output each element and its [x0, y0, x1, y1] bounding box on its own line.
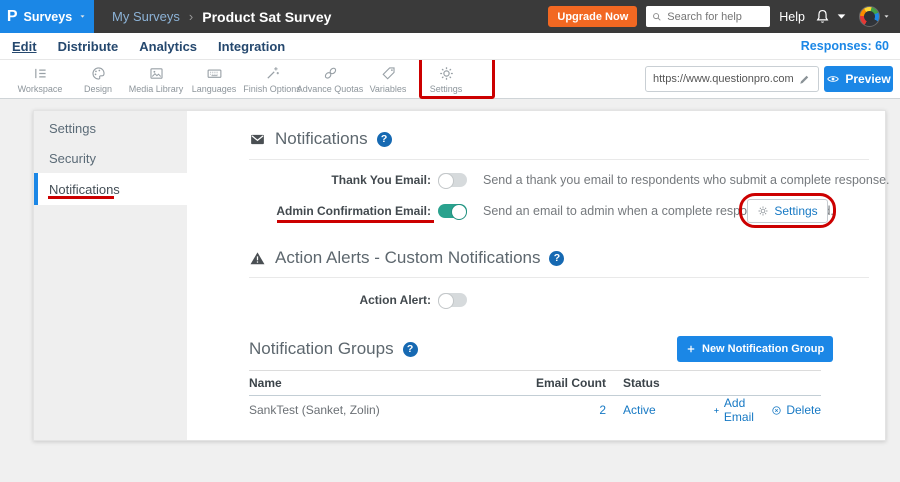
- toolbar-item-languages[interactable]: Languages: [185, 60, 243, 98]
- toolbar-item-variables[interactable]: Variables: [359, 60, 417, 98]
- settings-sidebar: Settings Security Notifications: [34, 111, 187, 440]
- product-menu-label: Surveys: [24, 10, 73, 24]
- admin-confirmation-email-label: Admin Confirmation Email:: [187, 204, 431, 218]
- top-bar: P Surveys My Surveys › Product Sat Surve…: [0, 0, 900, 33]
- thank-you-email-toggle[interactable]: [438, 173, 467, 187]
- breadcrumb-separator: ›: [189, 9, 193, 24]
- warning-triangle-icon: [249, 250, 266, 267]
- help-link[interactable]: Help: [779, 10, 805, 24]
- breadcrumb-current-survey: Product Sat Survey: [202, 9, 331, 25]
- action-alert-label: Action Alert:: [187, 293, 431, 307]
- responses-count-link[interactable]: Responses: 60: [801, 39, 889, 53]
- thank-you-email-description: Send a thank you email to respondents wh…: [483, 173, 890, 187]
- admin-confirmation-email-row: Admin Confirmation Email: Send an email …: [187, 201, 834, 221]
- bell-icon: [814, 8, 831, 25]
- eye-icon: [826, 72, 840, 86]
- plus-icon: [713, 405, 720, 416]
- sidebar-item-settings[interactable]: Settings: [34, 113, 187, 143]
- circle-x-icon: [771, 405, 782, 416]
- tab-integration[interactable]: Integration: [218, 39, 285, 54]
- table-header-row: Name Email Count Status: [249, 370, 821, 396]
- delete-link[interactable]: Delete: [771, 396, 821, 424]
- notification-groups-heading: Notification Groups ?: [249, 339, 418, 359]
- thank-you-email-row: Thank You Email: Send a thank you email …: [187, 170, 890, 190]
- annotation-underline-admin-label: [277, 220, 434, 223]
- tab-edit[interactable]: Edit: [12, 39, 37, 54]
- survey-url-box: [645, 66, 819, 92]
- survey-url-input[interactable]: [653, 73, 793, 85]
- surveys-product-menu[interactable]: P Surveys: [0, 0, 94, 33]
- chevron-down-icon: [833, 8, 850, 25]
- sidebar-item-security[interactable]: Security: [34, 143, 187, 173]
- help-search-box[interactable]: [646, 6, 770, 27]
- image-icon: [148, 65, 165, 82]
- mail-icon: [249, 131, 266, 148]
- new-notification-group-button[interactable]: New Notification Group: [677, 336, 833, 362]
- keyboard-icon: [206, 65, 223, 82]
- annotation-underline-notifications: [48, 196, 114, 199]
- plus-icon: [686, 344, 696, 354]
- magic-wand-icon: [264, 65, 281, 82]
- notifications-section-heading: Notifications ?: [249, 129, 392, 149]
- admin-confirmation-email-toggle[interactable]: [438, 204, 467, 218]
- table-row: SankTest (Sanket, Zolin) 2 Active Add Em…: [249, 396, 821, 424]
- palette-icon: [90, 65, 107, 82]
- action-alert-row: Action Alert:: [187, 290, 467, 310]
- survey-nav: Edit Distribute Analytics Integration Re…: [0, 33, 900, 60]
- toolbar-item-advance-quotas[interactable]: Advance Quotas: [301, 60, 359, 98]
- workspace-icon: [32, 65, 49, 82]
- help-search-input[interactable]: [667, 11, 765, 23]
- toolbar-item-design[interactable]: Design: [69, 60, 127, 98]
- chevron-down-icon: [78, 12, 87, 21]
- tag-icon: [380, 65, 397, 82]
- sidebar-item-notifications[interactable]: Notifications: [34, 173, 187, 205]
- divider: [249, 277, 869, 278]
- divider: [249, 159, 869, 160]
- toolbar-item-media-library[interactable]: Media Library: [127, 60, 185, 98]
- notifications-panel: Notifications ? Thank You Email: Send a …: [187, 111, 887, 440]
- tab-analytics[interactable]: Analytics: [139, 39, 197, 54]
- admin-email-settings-button[interactable]: Settings: [747, 199, 828, 223]
- breadcrumb-my-surveys[interactable]: My Surveys: [112, 9, 180, 24]
- email-count-link[interactable]: 2: [599, 403, 606, 417]
- col-header-email-count: Email Count: [516, 376, 606, 390]
- avatar: [859, 6, 880, 27]
- upgrade-now-button[interactable]: Upgrade Now: [548, 6, 637, 27]
- action-alerts-section-heading: Action Alerts - Custom Notifications ?: [249, 248, 564, 268]
- breadcrumb: My Surveys › Product Sat Survey: [112, 9, 331, 25]
- gear-icon: [438, 65, 455, 82]
- thank-you-email-label: Thank You Email:: [187, 173, 431, 187]
- gear-icon: [757, 205, 769, 217]
- preview-button[interactable]: Preview: [824, 66, 893, 92]
- help-icon[interactable]: ?: [377, 132, 392, 147]
- topbar-right-cluster: Upgrade Now Help: [548, 6, 900, 27]
- tab-distribute[interactable]: Distribute: [58, 39, 119, 54]
- chevron-down-icon: [882, 12, 891, 21]
- notification-groups-table: Name Email Count Status SankTest (Sanket…: [249, 370, 821, 424]
- col-header-name: Name: [249, 376, 516, 390]
- chain-link-icon: [322, 65, 339, 82]
- group-name: SankTest (Sanket, Zolin): [249, 403, 516, 417]
- edit-toolbar: Workspace Design Media Library Languages…: [0, 60, 900, 99]
- search-icon: [651, 11, 663, 23]
- pencil-edit-icon[interactable]: [798, 73, 811, 86]
- questionpro-logo-icon: P: [7, 8, 18, 26]
- add-email-link[interactable]: Add Email: [713, 396, 758, 424]
- toolbar-item-finish-options[interactable]: Finish Options: [243, 60, 301, 98]
- settings-card: Settings Security Notifications Notifica…: [33, 110, 886, 441]
- status-link[interactable]: Active: [623, 403, 656, 417]
- help-icon[interactable]: ?: [403, 342, 418, 357]
- col-header-status: Status: [623, 376, 713, 390]
- help-icon[interactable]: ?: [549, 251, 564, 266]
- toolbar-item-settings[interactable]: Settings: [417, 60, 475, 98]
- action-alert-toggle[interactable]: [438, 293, 467, 307]
- account-menu[interactable]: [859, 6, 891, 27]
- notifications-bell-menu[interactable]: [814, 8, 850, 25]
- toolbar-item-workspace[interactable]: Workspace: [11, 60, 69, 98]
